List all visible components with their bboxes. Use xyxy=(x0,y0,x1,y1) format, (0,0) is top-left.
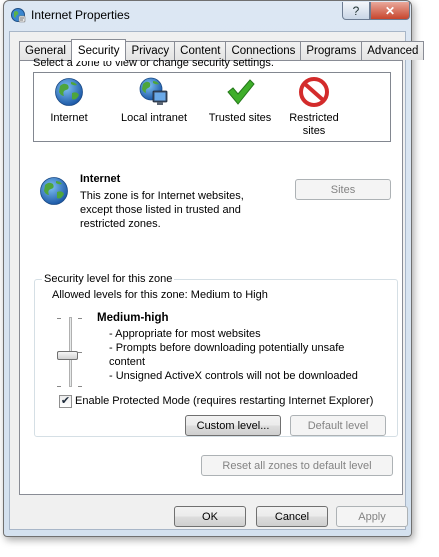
slider-tick xyxy=(78,318,82,319)
group-title: Security level for this zone xyxy=(42,273,175,285)
globe-icon xyxy=(55,78,83,106)
zone-restricted-sites[interactable]: Restricted sites xyxy=(282,77,346,138)
ok-button[interactable]: OK xyxy=(174,506,246,527)
checkmark-icon xyxy=(227,79,255,105)
level-bullet: - Prompts before downloading potentially… xyxy=(109,342,345,354)
restricted-icon xyxy=(299,77,329,107)
zone-label: Restricted sites xyxy=(289,112,339,137)
selected-zone-globe-icon xyxy=(40,177,68,205)
close-button[interactable]: ✕ xyxy=(370,2,410,20)
security-level-group: Security level for this zone Allowed lev… xyxy=(34,273,398,437)
window-title: Internet Properties xyxy=(31,8,130,22)
zone-label: Local intranet xyxy=(120,112,188,124)
cancel-button[interactable]: Cancel xyxy=(256,506,328,527)
internet-properties-window: Internet Properties ? ✕ General Security… xyxy=(3,0,425,537)
protected-mode-label: Enable Protected Mode (requires restarti… xyxy=(75,395,374,407)
intranet-icon xyxy=(139,77,168,105)
dialog-client-area: General Security Privacy Content Connect… xyxy=(9,31,425,530)
slider-thumb[interactable] xyxy=(57,351,78,360)
tab-advanced[interactable]: Advanced xyxy=(361,41,425,60)
custom-level-button[interactable]: Custom level... xyxy=(185,415,281,436)
tab-programs[interactable]: Programs xyxy=(300,41,363,60)
zone-internet[interactable]: Internet xyxy=(44,77,94,125)
zone-local-intranet[interactable]: Local intranet xyxy=(114,77,194,125)
help-button[interactable]: ? xyxy=(342,2,370,20)
sites-button[interactable]: Sites xyxy=(295,179,391,200)
internet-options-icon xyxy=(11,8,26,23)
title-bar[interactable]: Internet Properties ? ✕ xyxy=(4,1,411,31)
help-icon: ? xyxy=(352,3,360,18)
zone-instruction: Select a zone to view or change security… xyxy=(33,57,274,69)
reset-all-zones-button[interactable]: Reset all zones to default level xyxy=(201,455,393,476)
level-bullet: - Unsigned ActiveX controls will not be … xyxy=(109,370,358,382)
level-name: Medium-high xyxy=(97,312,169,324)
selected-zone-name: Internet xyxy=(80,173,121,185)
zone-list: Internet Local intranet Trusted sites Re… xyxy=(33,72,391,142)
level-bullet: - Appropriate for most websites xyxy=(109,328,261,340)
tab-security[interactable]: Security xyxy=(70,39,127,61)
close-icon: ✕ xyxy=(384,3,396,18)
zone-label: Trusted sites xyxy=(208,112,272,124)
selected-zone-description: This zone is for Internet websites, exce… xyxy=(80,190,244,230)
apply-button[interactable]: Apply xyxy=(336,506,408,527)
zone-label: Internet xyxy=(50,112,88,124)
slider-tick xyxy=(78,352,82,353)
slider-tick xyxy=(57,386,61,387)
default-level-button[interactable]: Default level xyxy=(290,415,386,436)
allowed-levels-text: Allowed levels for this zone: Medium to … xyxy=(52,289,268,301)
slider-tick xyxy=(57,318,61,319)
security-tab-panel: Select a zone to view or change security… xyxy=(19,57,403,495)
checkmark-icon: ✔ xyxy=(60,395,71,407)
slider-tick xyxy=(78,386,82,387)
level-bullet: content xyxy=(109,356,146,368)
protected-mode-checkbox[interactable]: ✔ xyxy=(59,395,72,408)
zone-trusted-sites[interactable]: Trusted sites xyxy=(204,77,276,125)
